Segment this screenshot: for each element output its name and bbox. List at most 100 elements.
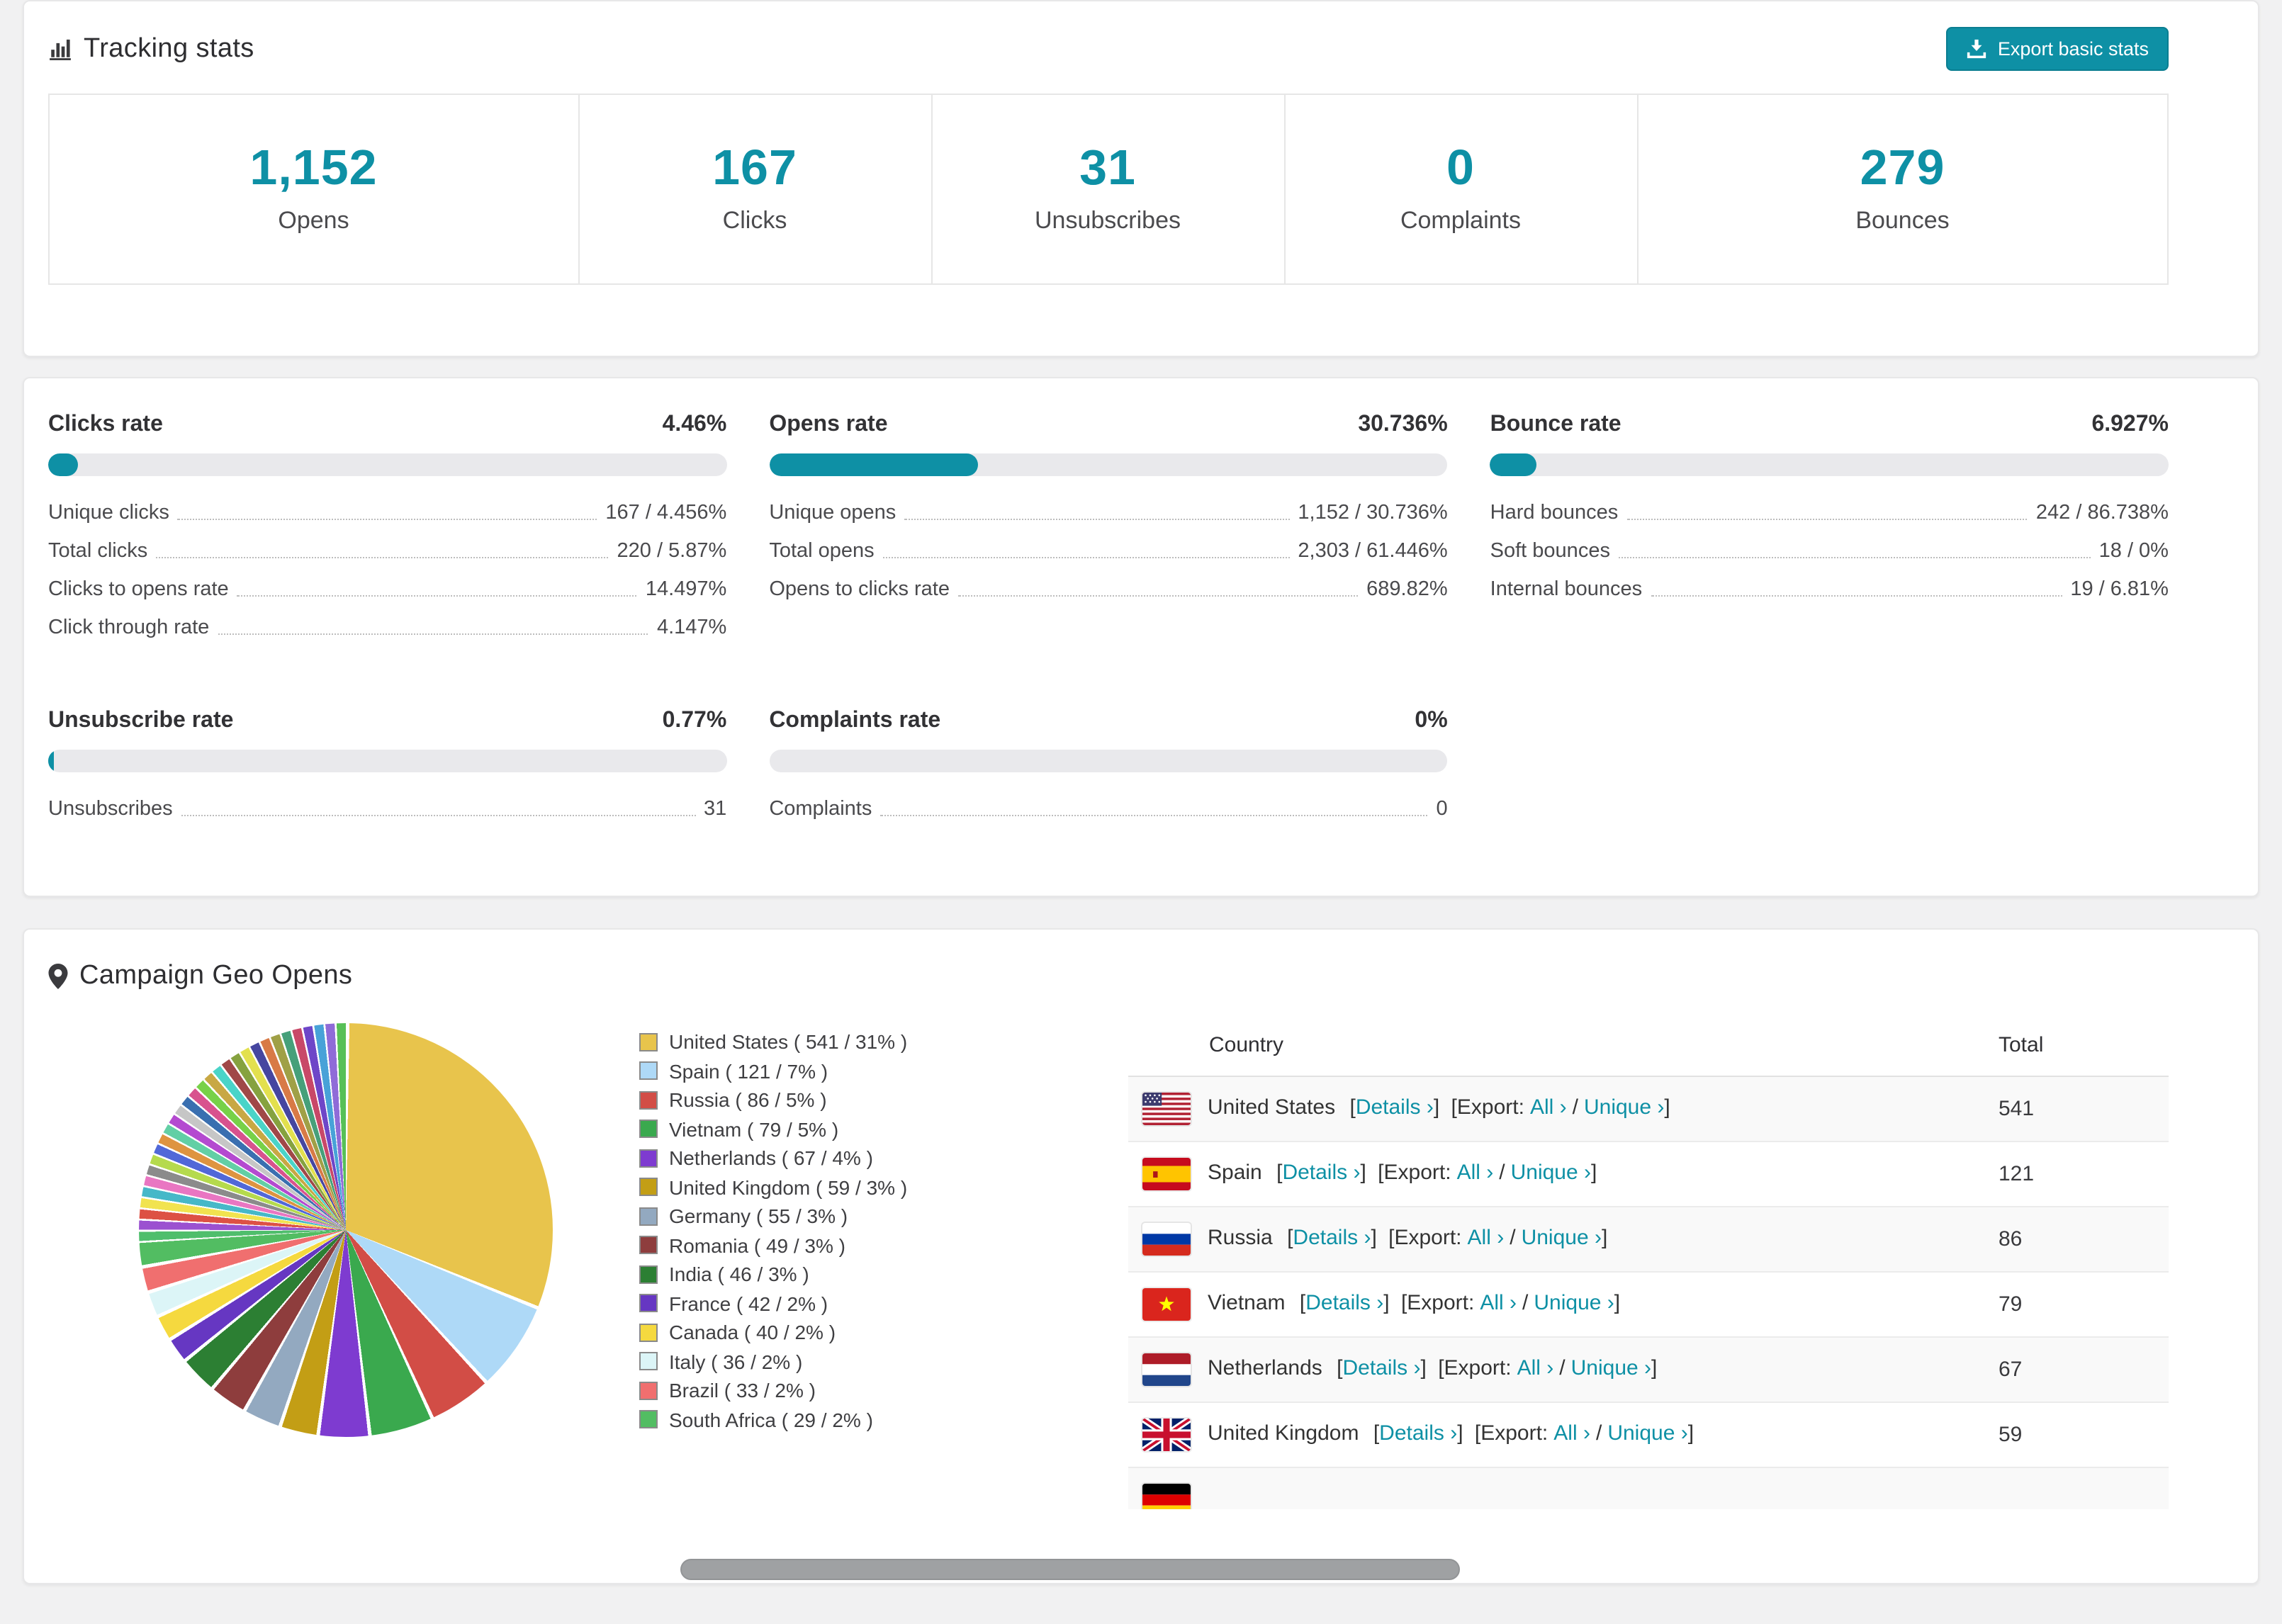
country-total: 67 <box>1984 1337 2169 1403</box>
legend-swatch <box>639 1178 658 1197</box>
export-prefix: Export: <box>1480 1421 1548 1446</box>
export-all-link[interactable]: All › <box>1517 1357 1554 1381</box>
country-name: Spain <box>1208 1161 1262 1185</box>
legend-item[interactable]: Netherlands ( 67 / 4% ) <box>639 1144 1128 1173</box>
rate-value: 30.736% <box>1358 412 1448 436</box>
export-all-link[interactable]: All › <box>1480 1292 1517 1316</box>
legend-item[interactable]: United Kingdom ( 59 / 3% ) <box>639 1173 1128 1202</box>
rate-detail-row: Total opens 2,303 / 61.446% <box>769 531 1447 570</box>
legend-item[interactable]: Canada ( 40 / 2% ) <box>639 1318 1128 1347</box>
legend-swatch <box>639 1120 658 1139</box>
geo-title: Campaign Geo Opens <box>79 961 353 991</box>
rate-detail-value: 242 / 86.738% <box>2035 501 2169 524</box>
rate-value: 6.927% <box>2091 412 2169 436</box>
legend-item[interactable]: Italy ( 36 / 2% ) <box>639 1347 1128 1376</box>
details-link[interactable]: Details › <box>1293 1227 1371 1251</box>
bar-chart-icon <box>48 37 72 61</box>
rate-detail-value: 19 / 6.81% <box>2070 577 2169 600</box>
rate-detail-value: 689.82% <box>1366 577 1448 600</box>
rate-detail-row: Soft bounces 18 / 0% <box>1490 531 2169 570</box>
stat-label: Unsubscribes <box>1035 207 1181 234</box>
legend-item[interactable]: Romania ( 49 / 3% ) <box>639 1231 1128 1260</box>
details-link[interactable]: Details › <box>1305 1292 1383 1316</box>
stat-label: Opens <box>278 207 349 234</box>
legend-label: South Africa ( 29 / 2% ) <box>669 1408 873 1431</box>
horizontal-scrollbar-thumb[interactable] <box>680 1559 1460 1580</box>
legend-item[interactable]: Brazil ( 33 / 2% ) <box>639 1376 1128 1405</box>
export-basic-stats-label: Export basic stats <box>1997 38 2149 60</box>
geo-table-row <box>1128 1467 2169 1509</box>
export-all-link[interactable]: All › <box>1530 1096 1567 1120</box>
legend-item[interactable]: Germany ( 55 / 3% ) <box>639 1202 1128 1231</box>
bracket: ] <box>1360 1161 1366 1185</box>
rate-section: Opens rate 30.736% Unique opens 1,152 / … <box>769 412 1448 646</box>
country-total: 86 <box>1984 1207 2169 1273</box>
legend-item[interactable]: India ( 46 / 3% ) <box>639 1260 1128 1289</box>
details-link[interactable]: Details › <box>1282 1161 1360 1185</box>
legend-label: Brazil ( 33 / 2% ) <box>669 1379 816 1402</box>
legend-item[interactable]: Spain ( 121 / 7% ) <box>639 1056 1128 1086</box>
export-unique-link[interactable]: Unique › <box>1522 1227 1602 1251</box>
rate-detail-value: 4.147% <box>656 616 727 638</box>
export-all-link[interactable]: All › <box>1457 1161 1494 1185</box>
bracket: [ <box>1451 1095 1457 1120</box>
stats-summary-row: 1,152 Opens 167 Clicks 31 Unsubscribes 0… <box>48 94 2169 285</box>
export-unique-link[interactable]: Unique › <box>1571 1357 1651 1381</box>
rate-detail-label: Soft bounces <box>1490 539 1610 562</box>
country-flag-icon <box>1142 1484 1191 1509</box>
rate-detail-label: Opens to clicks rate <box>769 577 950 600</box>
rate-detail-value: 14.497% <box>645 577 727 600</box>
legend-item[interactable]: South Africa ( 29 / 2% ) <box>639 1405 1128 1434</box>
legend-label: France ( 42 / 2% ) <box>669 1292 828 1315</box>
rate-progress-fill <box>1490 453 1537 476</box>
bracket: [ <box>1388 1226 1395 1251</box>
geo-table-row: Spain [Details ›] [Export: All › / Unique ›… <box>1128 1141 2169 1207</box>
details-link[interactable]: Details › <box>1379 1422 1457 1446</box>
rate-progress-bar <box>1490 453 2169 476</box>
rate-detail-row: Hard bounces 242 / 86.738% <box>1490 493 2169 531</box>
rate-detail-label: Clicks to opens rate <box>48 577 229 600</box>
country-total: 79 <box>1984 1272 2169 1338</box>
tracking-stats-card: Tracking stats Export basic stats 1,152 … <box>23 0 2259 357</box>
country-total: 541 <box>1984 1076 2169 1142</box>
rate-detail-value: 31 <box>704 797 727 820</box>
rate-progress-fill <box>48 750 55 772</box>
geo-table-row: United Kingdom [Details ›] [Export: All ›… <box>1128 1402 2169 1468</box>
details-link[interactable]: Details › <box>1342 1357 1420 1381</box>
export-unique-link[interactable]: Unique › <box>1511 1161 1591 1185</box>
details-link-group: [Details ›] <box>1337 1357 1427 1381</box>
legend-item[interactable]: France ( 42 / 2% ) <box>639 1289 1128 1318</box>
export-all-link[interactable]: All › <box>1468 1227 1505 1251</box>
geo-table-header-row: Country Total <box>1128 1015 2169 1077</box>
legend-label: Russia ( 86 / 5% ) <box>669 1088 827 1112</box>
map-pin-icon <box>48 964 68 989</box>
export-unique-link[interactable]: Unique › <box>1607 1422 1687 1446</box>
legend-item[interactable]: United States ( 541 / 31% ) <box>639 1027 1128 1056</box>
bracket: [ <box>1474 1421 1481 1446</box>
export-unique-link[interactable]: Unique › <box>1584 1096 1664 1120</box>
country-flag-icon <box>1142 1223 1191 1256</box>
legend-item[interactable]: Russia ( 86 / 5% ) <box>639 1086 1128 1115</box>
export-basic-stats-button[interactable]: Export basic stats <box>1946 27 2169 71</box>
slash-separator: / <box>1499 1161 1505 1185</box>
country-name: United States <box>1208 1095 1336 1120</box>
stat-box: 279 Bounces <box>1638 95 2167 283</box>
rate-detail-label: Total clicks <box>48 539 148 562</box>
geo-opens-table: Country Total United States [Details ›] … <box>1128 1015 2169 1509</box>
rate-detail-row: Click through rate 4.147% <box>48 608 726 646</box>
legend-item[interactable]: Vietnam ( 79 / 5% ) <box>639 1115 1128 1144</box>
stat-value: 1,152 <box>249 140 378 196</box>
geo-opens-pie-chart <box>139 1023 553 1437</box>
rate-detail-row: Complaints 0 <box>769 789 1447 828</box>
rate-detail-rows: Unique opens 1,152 / 30.736% Total opens… <box>769 493 1447 608</box>
export-all-link[interactable]: All › <box>1553 1422 1590 1446</box>
export-unique-link[interactable]: Unique › <box>1534 1292 1614 1316</box>
export-links-group: [Export: All › / Unique ›] <box>1378 1161 1597 1185</box>
bracket: ] <box>1651 1356 1658 1381</box>
legend-label: Canada ( 40 / 2% ) <box>669 1321 836 1344</box>
export-links-group: [Export: All › / Unique ›] <box>1388 1227 1607 1251</box>
details-link[interactable]: Details › <box>1356 1096 1434 1120</box>
country-flag-icon <box>1142 1158 1191 1190</box>
stat-box: 31 Unsubscribes <box>932 95 1285 283</box>
rate-detail-rows: Unique clicks 167 / 4.456% Total clicks … <box>48 493 726 646</box>
